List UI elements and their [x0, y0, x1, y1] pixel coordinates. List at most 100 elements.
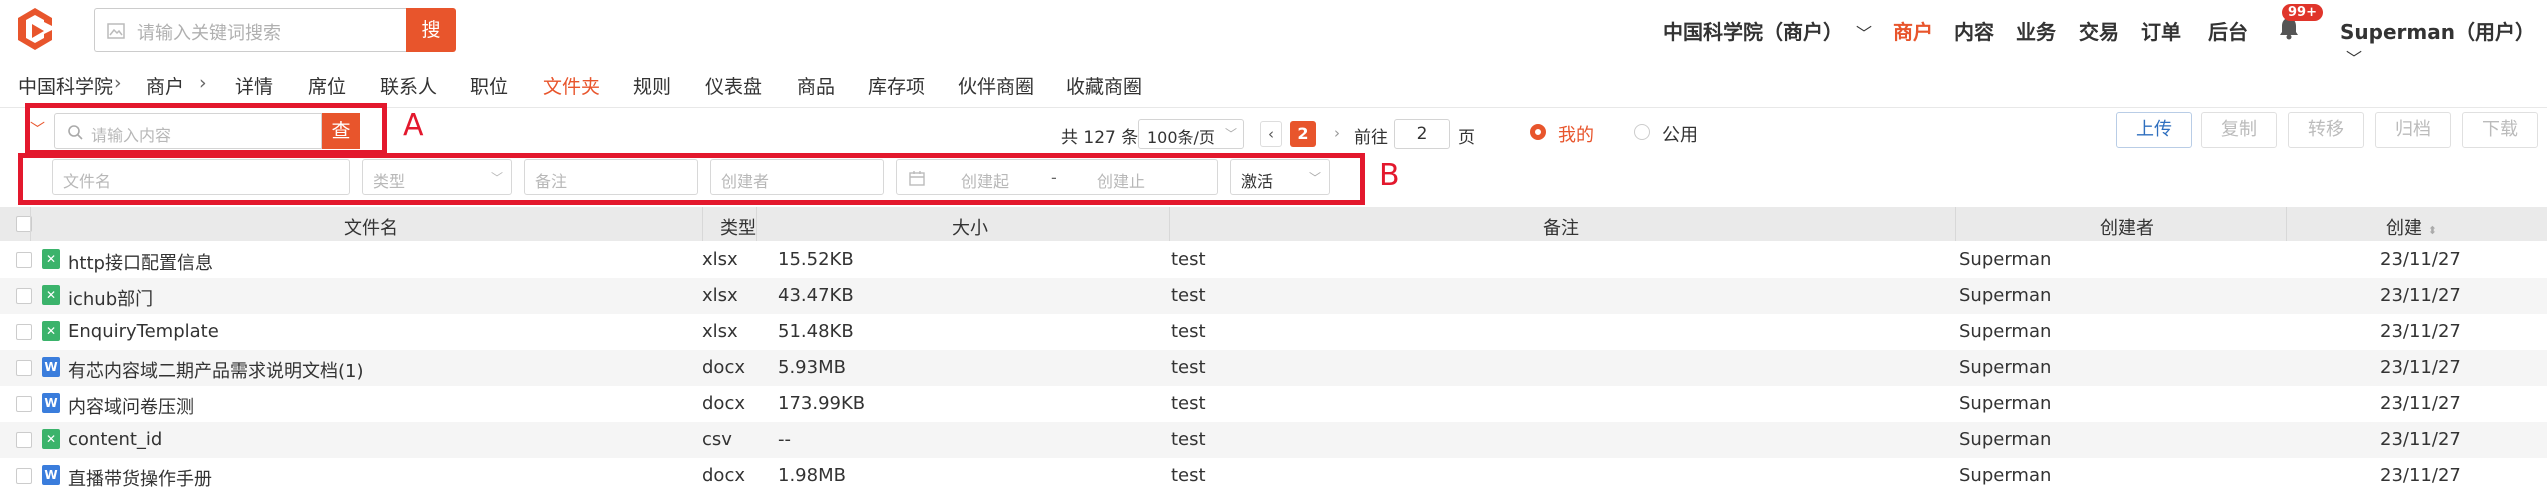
org-name: 中国科学院（商户） [1663, 20, 1843, 44]
current-page[interactable]: 2 [1290, 121, 1316, 147]
tab-products[interactable]: 商品 [797, 72, 835, 99]
topnav-orders[interactable]: 订单 [2141, 16, 2181, 45]
radio-mine[interactable] [1530, 124, 1546, 140]
breadcrumb-merchant[interactable]: 商户 [146, 72, 184, 99]
cell-type: docx [702, 393, 745, 414]
pagination-total: 共 127 条 [1061, 123, 1138, 148]
brand-logo-icon[interactable] [14, 6, 56, 52]
cell-creator: Superman [1959, 249, 2052, 270]
cell-creator: Superman [1959, 393, 2052, 414]
excel-icon: ✕ [42, 285, 60, 305]
header-size[interactable]: 大小 [952, 214, 988, 240]
archive-button[interactable]: 归档 [2375, 112, 2451, 148]
topnav-backend[interactable]: 后台 [2208, 16, 2248, 45]
transfer-button[interactable]: 转移 [2288, 112, 2364, 148]
topnav-merchant[interactable]: 商户 [1893, 16, 1933, 45]
global-search-button[interactable]: 搜 [406, 8, 456, 52]
table-row[interactable]: ✕ http接口配置信息 xlsx 15.52KB test Superman 23/11/… [0, 242, 2547, 278]
cell-file-name[interactable]: 有芯内容域二期产品需求说明文档(1) [68, 357, 364, 383]
cell-type: docx [702, 357, 745, 378]
goto-page-input[interactable]: 2 [1394, 119, 1450, 149]
cell-size: 173.99KB [778, 393, 866, 414]
tab-rules[interactable]: 规则 [633, 72, 671, 99]
chevron-down-icon: ﹀ [1855, 24, 1872, 43]
total-prefix: 共 [1061, 128, 1078, 148]
tab-partner-circles[interactable]: 伙伴商圈 [958, 72, 1034, 99]
cell-remark: test [1171, 357, 1206, 378]
cell-remark: test [1171, 465, 1206, 486]
next-page-button[interactable]: › [1326, 121, 1348, 147]
annotation-box-a [25, 103, 387, 155]
header-created[interactable]: 创建 ⬍ [2386, 214, 2437, 240]
annotation-label-b: B [1379, 158, 1400, 193]
cell-created: 23/11/27 [2380, 429, 2461, 450]
breadcrumb-org[interactable]: 中国科学院 [18, 72, 113, 99]
row-checkbox[interactable] [16, 396, 32, 412]
prev-page-button[interactable]: ‹ [1260, 121, 1282, 147]
tab-seats[interactable]: 席位 [308, 72, 346, 99]
radio-public-label[interactable]: 公用 [1662, 121, 1698, 147]
topnav-trade[interactable]: 交易 [2079, 16, 2119, 45]
page-size-value: 100条/页 [1147, 128, 1215, 147]
table-row[interactable]: ✕ EnquiryTemplate xlsx 51.48KB test Superman 2… [0, 314, 2547, 350]
download-button[interactable]: 下载 [2462, 112, 2538, 148]
word-icon: W [42, 465, 60, 485]
header-created-label: 创建 [2386, 218, 2422, 239]
table-row[interactable]: W 直播带货操作手册 docx 1.98MB test Superman 23/11/27 [0, 458, 2547, 494]
sort-icon[interactable]: ⬍ [2428, 224, 2437, 237]
tab-inventory[interactable]: 库存项 [868, 72, 925, 99]
row-checkbox[interactable] [16, 288, 32, 304]
topnav-content[interactable]: 内容 [1954, 16, 1994, 45]
cell-created: 23/11/27 [2380, 249, 2461, 270]
cell-type: xlsx [702, 285, 738, 306]
cell-file-name[interactable]: 内容域问卷压测 [68, 393, 194, 419]
table-row[interactable]: ✕ content_id csv -- test Superman 23/11/27 [0, 422, 2547, 458]
row-checkbox[interactable] [16, 360, 32, 376]
header-file-name[interactable]: 文件名 [344, 214, 398, 240]
goto-suffix: 页 [1458, 128, 1475, 148]
top-header: 请输入关键词搜索 搜 中国科学院（商户） ﹀ 商户 内容 业务 交易 订单 后台… [0, 0, 2547, 68]
row-checkbox[interactable] [16, 468, 32, 484]
header-type[interactable]: 类型 [720, 214, 756, 240]
tab-contacts[interactable]: 联系人 [380, 72, 437, 99]
cell-size: 15.52KB [778, 249, 854, 270]
tab-details[interactable]: 详情 [235, 72, 273, 99]
tab-dashboard[interactable]: 仪表盘 [705, 72, 762, 99]
topnav-business[interactable]: 业务 [2016, 16, 2056, 45]
page-size-select[interactable]: 100条/页 ﹀ [1138, 119, 1244, 149]
table-row[interactable]: W 内容域问卷压测 docx 173.99KB test Superman 23/11/27 [0, 386, 2547, 422]
global-search-input[interactable]: 请输入关键词搜索 [94, 8, 406, 52]
cell-creator: Superman [1959, 429, 2052, 450]
cell-creator: Superman [1959, 285, 2052, 306]
tab-positions[interactable]: 职位 [470, 72, 508, 99]
radio-mine-label[interactable]: 我的 [1558, 121, 1594, 147]
goto-prefix: 前往 [1354, 128, 1388, 148]
user-menu[interactable]: Superman（用户） ﹀ [2340, 16, 2547, 69]
column-divider [2286, 207, 2287, 241]
table-row[interactable]: ✕ ichub部门 xlsx 43.47KB test Superman 23/11/27 [0, 278, 2547, 314]
org-switcher[interactable]: 中国科学院（商户） ﹀ [1663, 16, 1872, 45]
cell-created: 23/11/27 [2380, 321, 2461, 342]
total-count: 127 [1083, 128, 1116, 148]
cell-file-name[interactable]: http接口配置信息 [68, 249, 213, 275]
notification-badge: 99+ [2282, 4, 2323, 21]
table-row[interactable]: W 有芯内容域二期产品需求说明文档(1) docx 5.93MB test Superma… [0, 350, 2547, 386]
upload-button[interactable]: 上传 [2116, 112, 2192, 148]
cell-file-name[interactable]: ichub部门 [68, 285, 153, 311]
tab-favorite-circles[interactable]: 收藏商圈 [1066, 72, 1142, 99]
radio-public[interactable] [1634, 124, 1650, 140]
excel-icon: ✕ [42, 321, 60, 341]
tab-folders[interactable]: 文件夹 [543, 72, 600, 99]
cell-file-name[interactable]: EnquiryTemplate [68, 321, 219, 342]
copy-button[interactable]: 复制 [2201, 112, 2277, 148]
cell-created: 23/11/27 [2380, 357, 2461, 378]
column-divider [1169, 207, 1170, 241]
cell-file-name[interactable]: 直播带货操作手册 [68, 465, 212, 491]
row-checkbox[interactable] [16, 252, 32, 268]
row-checkbox[interactable] [16, 324, 32, 340]
row-checkbox[interactable] [16, 432, 32, 448]
header-creator[interactable]: 创建者 [2100, 214, 2154, 240]
cell-file-name[interactable]: content_id [68, 429, 162, 450]
global-search-placeholder: 请输入关键词搜索 [137, 23, 281, 44]
header-remark[interactable]: 备注 [1543, 214, 1579, 240]
